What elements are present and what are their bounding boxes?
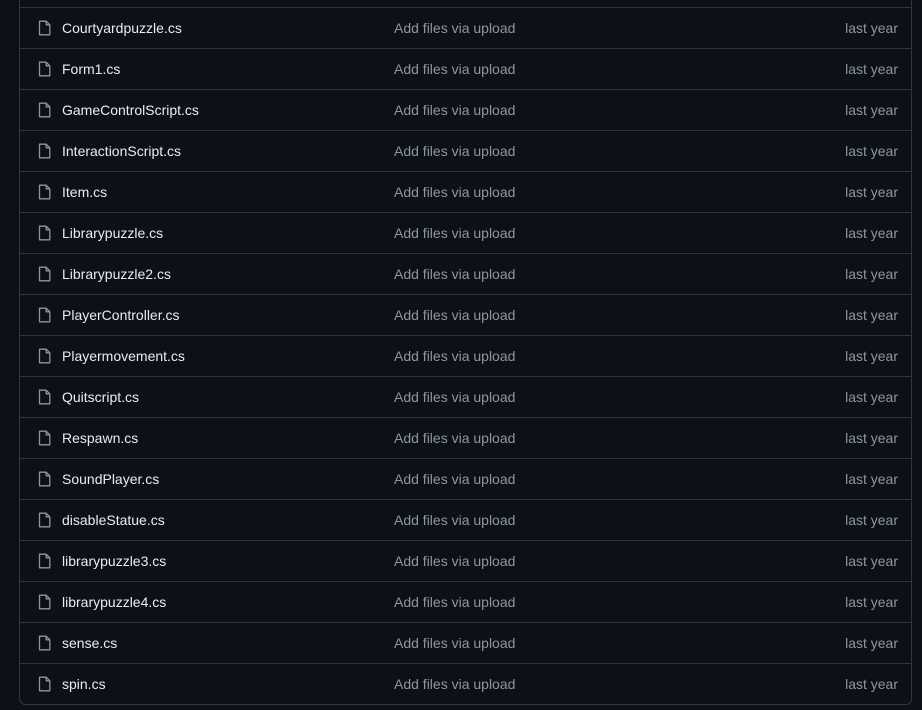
file-name-link[interactable]: Respawn.cs xyxy=(62,429,138,447)
commit-age: last year xyxy=(845,635,898,651)
file-name-link[interactable]: Quitscript.cs xyxy=(62,388,139,406)
file-name-link[interactable]: GameControlScript.cs xyxy=(62,101,199,119)
file-name-link[interactable]: Form1.cs xyxy=(62,60,120,78)
file-name-link[interactable]: spin.cs xyxy=(62,675,106,693)
file-row[interactable]: librarypuzzle4.cs Add files via upload las… xyxy=(20,582,911,623)
commit-message-link[interactable]: Add files via upload xyxy=(394,634,515,652)
commit-age: last year xyxy=(845,594,898,610)
file-row[interactable]: PlayerController.cs Add files via upload l… xyxy=(20,295,911,336)
table-header-edge xyxy=(20,0,911,8)
commit-age: last year xyxy=(845,389,898,405)
commit-age: last year xyxy=(845,102,898,118)
commit-age: last year xyxy=(845,143,898,159)
commit-message-link[interactable]: Add files via upload xyxy=(394,429,515,447)
file-name-link[interactable]: Playermovement.cs xyxy=(62,347,185,365)
file-row[interactable]: InteractionScript.cs Add files via upload… xyxy=(20,131,911,172)
commit-age: last year xyxy=(845,61,898,77)
file-name-link[interactable]: librarypuzzle4.cs xyxy=(62,593,166,611)
file-row[interactable]: disableStatue.cs Add files via upload last… xyxy=(20,500,911,541)
commit-age: last year xyxy=(845,307,898,323)
file-name-link[interactable]: Librarypuzzle2.cs xyxy=(62,265,171,283)
file-icon xyxy=(38,143,51,159)
file-row[interactable]: Item.cs Add files via upload last year xyxy=(20,172,911,213)
file-icon xyxy=(38,102,51,118)
file-row[interactable]: Librarypuzzle2.cs Add files via upload las… xyxy=(20,254,911,295)
file-row[interactable]: spin.cs Add files via upload last year xyxy=(20,664,911,704)
file-name-link[interactable]: Item.cs xyxy=(62,183,107,201)
commit-age: last year xyxy=(845,348,898,364)
file-name-link[interactable]: Librarypuzzle.cs xyxy=(62,224,163,242)
commit-message-link[interactable]: Add files via upload xyxy=(394,388,515,406)
commit-age: last year xyxy=(845,20,898,36)
commit-message-link[interactable]: Add files via upload xyxy=(394,552,515,570)
file-row[interactable]: GameControlScript.cs Add files via upload… xyxy=(20,90,911,131)
file-icon xyxy=(38,389,51,405)
file-name-link[interactable]: librarypuzzle3.cs xyxy=(62,552,166,570)
file-icon xyxy=(38,471,51,487)
commit-age: last year xyxy=(845,553,898,569)
file-icon xyxy=(38,348,51,364)
commit-age: last year xyxy=(845,512,898,528)
commit-message-link[interactable]: Add files via upload xyxy=(394,265,515,283)
commit-message-link[interactable]: Add files via upload xyxy=(394,60,515,78)
commit-message-link[interactable]: Add files via upload xyxy=(394,183,515,201)
file-icon xyxy=(38,430,51,446)
commit-age: last year xyxy=(845,184,898,200)
file-list-table: Courtyardpuzzle.cs Add files via upload la… xyxy=(19,0,912,705)
file-row[interactable]: Playermovement.cs Add files via upload las… xyxy=(20,336,911,377)
file-icon xyxy=(38,594,51,610)
file-icon xyxy=(38,635,51,651)
file-icon xyxy=(38,225,51,241)
commit-age: last year xyxy=(845,266,898,282)
file-name-link[interactable]: sense.cs xyxy=(62,634,117,652)
file-row[interactable]: Quitscript.cs Add files via upload last ye… xyxy=(20,377,911,418)
file-icon xyxy=(38,61,51,77)
file-row[interactable]: Respawn.cs Add files via upload last year xyxy=(20,418,911,459)
file-icon xyxy=(38,184,51,200)
commit-age: last year xyxy=(845,430,898,446)
file-icon xyxy=(38,266,51,282)
commit-age: last year xyxy=(845,471,898,487)
file-row[interactable]: Form1.cs Add files via upload last year xyxy=(20,49,911,90)
commit-age: last year xyxy=(845,676,898,692)
file-icon xyxy=(38,512,51,528)
file-row[interactable]: Courtyardpuzzle.cs Add files via upload la… xyxy=(20,8,911,49)
commit-message-link[interactable]: Add files via upload xyxy=(394,142,515,160)
commit-message-link[interactable]: Add files via upload xyxy=(394,19,515,37)
commit-message-link[interactable]: Add files via upload xyxy=(394,675,515,693)
file-icon xyxy=(38,676,51,692)
file-row[interactable]: sense.cs Add files via upload last year xyxy=(20,623,911,664)
file-icon xyxy=(38,553,51,569)
commit-message-link[interactable]: Add files via upload xyxy=(394,511,515,529)
file-row[interactable]: librarypuzzle3.cs Add files via upload las… xyxy=(20,541,911,582)
file-row[interactable]: Librarypuzzle.cs Add files via upload last… xyxy=(20,213,911,254)
file-row[interactable]: SoundPlayer.cs Add files via upload last y… xyxy=(20,459,911,500)
file-name-link[interactable]: PlayerController.cs xyxy=(62,306,180,324)
commit-message-link[interactable]: Add files via upload xyxy=(394,224,515,242)
commit-message-link[interactable]: Add files via upload xyxy=(394,306,515,324)
file-name-link[interactable]: disableStatue.cs xyxy=(62,511,165,529)
file-rows: Courtyardpuzzle.cs Add files via upload la… xyxy=(20,8,911,704)
file-name-link[interactable]: Courtyardpuzzle.cs xyxy=(62,19,182,37)
commit-message-link[interactable]: Add files via upload xyxy=(394,101,515,119)
file-icon xyxy=(38,20,51,36)
commit-age: last year xyxy=(845,225,898,241)
file-name-link[interactable]: SoundPlayer.cs xyxy=(62,470,159,488)
file-name-link[interactable]: InteractionScript.cs xyxy=(62,142,181,160)
commit-message-link[interactable]: Add files via upload xyxy=(394,593,515,611)
commit-message-link[interactable]: Add files via upload xyxy=(394,470,515,488)
file-icon xyxy=(38,307,51,323)
commit-message-link[interactable]: Add files via upload xyxy=(394,347,515,365)
